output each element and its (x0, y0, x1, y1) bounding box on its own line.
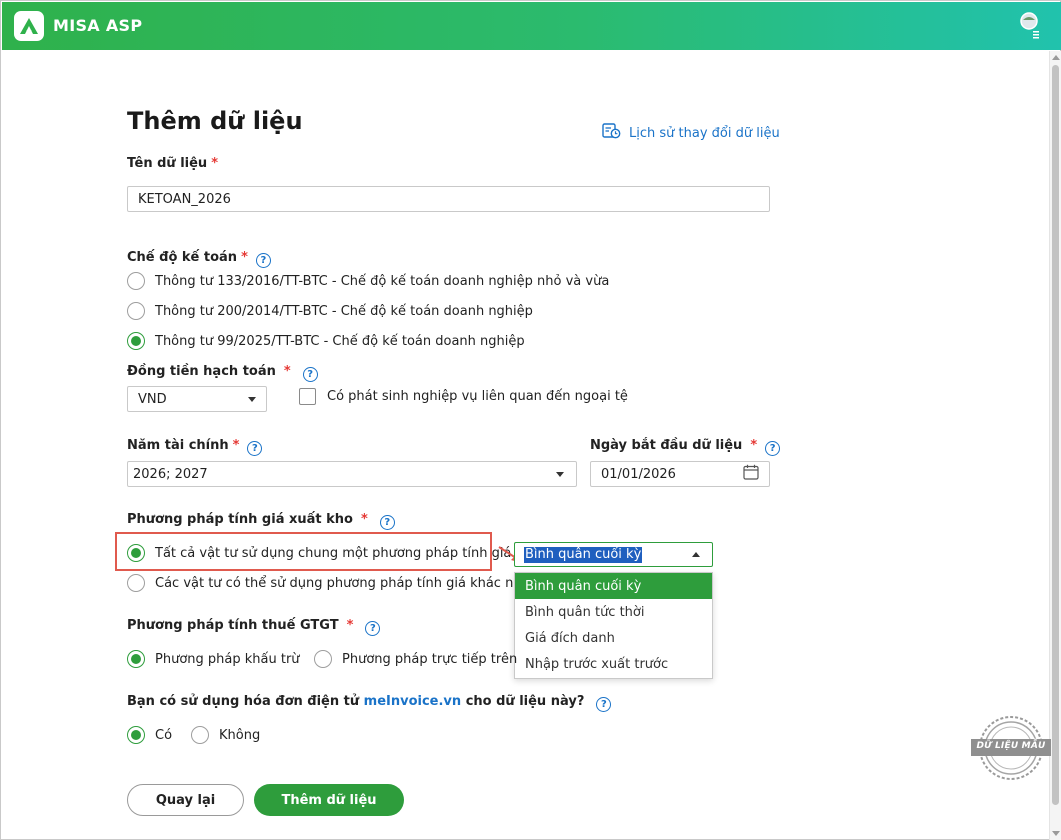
vat-method-label: Phương pháp tính thuế GTGT *? (127, 618, 381, 636)
misa-logo-icon[interactable] (14, 11, 44, 41)
user-avatar-icon[interactable] (1017, 11, 1041, 39)
radio-button-selected[interactable] (127, 726, 145, 744)
einvoice-option-yes[interactable]: Có (127, 726, 172, 744)
required-mark: * (360, 512, 368, 527)
help-icon[interactable]: ? (302, 367, 318, 382)
dropdown-item[interactable]: Bình quân tức thời (515, 599, 712, 625)
foreign-currency-checkbox-row[interactable]: Có phát sinh nghiệp vụ liên quan đến ngo… (299, 388, 628, 405)
regime-option-99[interactable]: Thông tư 99/2025/TT-BTC - Chế độ kế toán… (127, 332, 525, 350)
help-icon[interactable]: ? (365, 621, 381, 636)
calendar-icon[interactable] (743, 464, 759, 484)
add-data-button[interactable]: Thêm dữ liệu (254, 784, 404, 816)
help-icon[interactable]: ? (765, 441, 781, 456)
start-date-input[interactable]: 01/01/2026 (590, 461, 770, 487)
required-mark: * (283, 364, 291, 379)
radio-button[interactable] (314, 650, 332, 668)
back-button[interactable]: Quay lại (127, 784, 244, 816)
radio-button-selected[interactable] (127, 332, 145, 350)
sample-data-stamp: DỮ LIỆU MẪU (971, 714, 1051, 782)
inventory-method-label: Phương pháp tính giá xuất kho *? (127, 512, 395, 530)
einvoice-label: Bạn có sử dụng hóa đơn điện tử meInvoice… (127, 694, 612, 712)
currency-select[interactable]: VND (127, 386, 267, 412)
inventory-method-combo[interactable]: Bình quân cuối kỳ (514, 542, 713, 567)
scroll-up-icon[interactable] (1052, 55, 1060, 60)
scroll-down-icon[interactable] (1052, 831, 1060, 836)
help-icon[interactable]: ? (379, 515, 395, 530)
help-icon[interactable]: ? (596, 697, 612, 712)
required-mark: * (232, 438, 240, 453)
stamp-text: DỮ LIỆU MẪU (976, 741, 1046, 751)
vat-option-direct[interactable]: Phương pháp trực tiếp trên (314, 650, 517, 668)
regime-option-200[interactable]: Thông tư 200/2014/TT-BTC - Chế độ kế toá… (127, 302, 533, 320)
radio-button-selected[interactable] (127, 544, 145, 562)
meinvoice-link[interactable]: meInvoice.vn (364, 694, 462, 709)
fiscal-year-select[interactable]: 2026; 2027 (127, 461, 577, 487)
required-mark: * (750, 438, 758, 453)
history-icon (602, 123, 621, 143)
required-mark: * (241, 250, 248, 265)
einvoice-option-no[interactable]: Không (191, 726, 260, 744)
app-name: MISA ASP (53, 16, 143, 35)
required-mark: * (346, 618, 354, 633)
radio-button[interactable] (127, 574, 145, 592)
radio-button[interactable] (127, 272, 145, 290)
currency-label: Đồng tiền hạch toán *? (127, 364, 318, 382)
required-mark: * (211, 156, 219, 171)
chevron-down-icon (248, 396, 256, 402)
dropdown-item[interactable]: Nhập trước xuất trước (515, 651, 712, 677)
radio-button-selected[interactable] (127, 650, 145, 668)
inventory-method-dropdown: Bình quân cuối kỳ Bình quân tức thời Giá… (514, 572, 713, 679)
chevron-up-icon (692, 552, 700, 557)
data-name-input[interactable]: KETOAN_2026 (127, 186, 770, 212)
radio-button[interactable] (191, 726, 209, 744)
radio-button[interactable] (127, 302, 145, 320)
inventory-option-different[interactable]: Các vật tư có thể sử dụng phương pháp tí… (127, 574, 538, 592)
vat-option-deduction[interactable]: Phương pháp khấu trừ (127, 650, 300, 668)
top-bar: MISA ASP (2, 2, 1061, 50)
dropdown-item[interactable]: Bình quân cuối kỳ (515, 573, 712, 599)
fiscal-year-label: Năm tài chính *? (127, 438, 263, 456)
inventory-option-common[interactable]: Tất cả vật tư sử dụng chung một phương p… (127, 544, 511, 562)
start-date-label: Ngày bắt đầu dữ liệu *? (590, 438, 781, 456)
page-title: Thêm dữ liệu (127, 107, 303, 135)
chevron-down-icon (556, 471, 564, 477)
app-window: MISA ASP Thêm dữ liệu Lịch sử thay đổi d… (0, 0, 1061, 840)
help-icon[interactable]: ? (247, 441, 263, 456)
history-link-label: Lịch sử thay đổi dữ liệu (629, 125, 780, 141)
dropdown-item[interactable]: Giá đích danh (515, 625, 712, 651)
scroll-thumb[interactable] (1052, 65, 1059, 805)
regime-option-133[interactable]: Thông tư 133/2016/TT-BTC - Chế độ kế toá… (127, 272, 609, 290)
foreign-currency-checkbox[interactable] (299, 388, 316, 405)
data-name-label: Tên dữ liệu * (127, 156, 219, 171)
history-link[interactable]: Lịch sử thay đổi dữ liệu (602, 123, 780, 143)
accounting-regime-label: Chế độ kế toán *? (127, 250, 271, 268)
help-icon[interactable]: ? (255, 253, 271, 268)
